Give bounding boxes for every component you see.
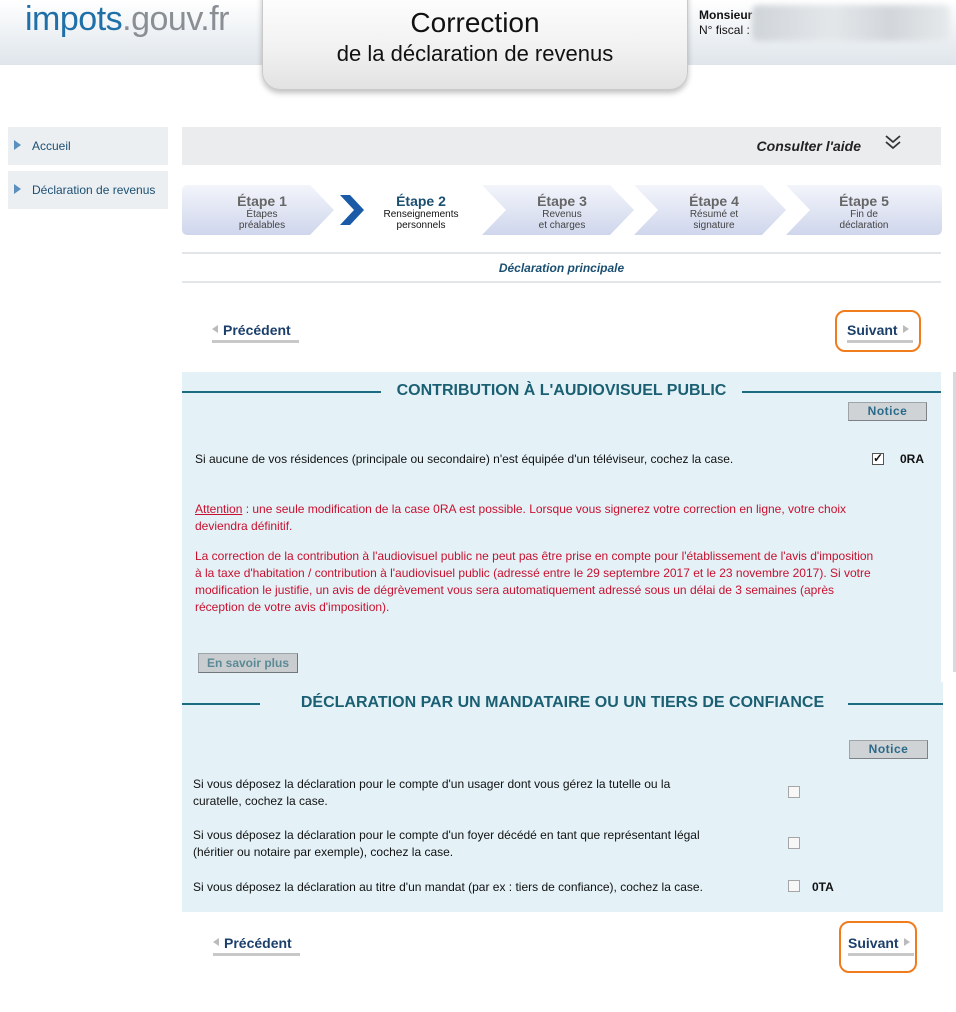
page-subtitle: de la déclaration de revenus	[336, 41, 614, 66]
title-rule	[848, 703, 943, 705]
question-line: Si vous déposez la déclaration pour le c…	[193, 777, 671, 791]
warning-line: à la taxe d'habitation / contribution à …	[195, 566, 871, 580]
notice-button[interactable]: Notice	[849, 740, 928, 759]
sidebar-item-label: Accueil	[32, 139, 71, 153]
question-mandat: Si vous déposez la déclaration au titre …	[193, 880, 703, 894]
underline	[847, 340, 913, 343]
fiscal-label: N° fiscal :	[699, 23, 750, 37]
divider	[182, 252, 941, 254]
step-line1: Résumé et	[689, 209, 739, 220]
step-line2: préalables	[238, 220, 286, 231]
step-number: Étape 1	[237, 193, 287, 209]
warning-text-1: : une seule modification de la case 0RA …	[242, 502, 847, 516]
question-line: Si vous déposez la déclaration pour le c…	[193, 828, 700, 842]
question-line: curatelle, cochez la case.	[193, 794, 328, 808]
redacted-user-info	[752, 5, 950, 41]
page: impots.gouv.fr Correction de la déclarat…	[0, 0, 956, 1012]
section-subtitle: Déclaration principale	[498, 261, 625, 275]
warning-line: réception de votre avis d'imposition).	[195, 600, 390, 614]
step-line1: Étapes	[246, 209, 278, 220]
next-button-bottom[interactable]: Suivant	[848, 935, 914, 956]
previous-label: Précédent	[224, 935, 292, 951]
step-line2: personnels	[396, 220, 446, 231]
step-line1: Fin de	[850, 209, 878, 220]
title-rule	[742, 391, 941, 393]
previous-label: Précédent	[223, 322, 291, 338]
help-link[interactable]: Consulter l'aide	[757, 138, 861, 154]
mandataire-section: DÉCLARATION PAR UN MANDATAIRE OU UN TIER…	[182, 682, 943, 912]
question-foyer-decede: Si vous déposez la déclaration pour le c…	[193, 827, 700, 861]
triangle-right-icon	[903, 938, 910, 946]
user-label: Monsieur	[699, 8, 753, 22]
checkbox-foyer-decede[interactable]	[788, 837, 800, 849]
step-number: Étape 4	[689, 193, 739, 209]
question-tutelle: Si vous déposez la déclaration pour le c…	[193, 776, 670, 810]
warning-attention: Attention : une seule modification de la…	[195, 501, 935, 535]
triangle-right-icon	[902, 325, 909, 333]
underline	[848, 953, 914, 956]
impots-logo[interactable]: impots.gouv.fr	[25, 0, 230, 39]
step-1: Étape 1 Étapes préalables	[182, 185, 342, 235]
question-0ra: Si aucune de vos résidences (principale …	[195, 452, 734, 466]
audiovisuel-section: CONTRIBUTION À L'AUDIOVISUEL PUBLIC Noti…	[182, 372, 941, 682]
next-label: Suivant	[847, 322, 898, 338]
step-4: Étape 4 Résumé et signature	[634, 185, 794, 235]
step-line2: déclaration	[839, 220, 889, 231]
triangle-left-icon	[212, 325, 218, 333]
warning-text-2: deviendra définitif.	[195, 519, 293, 533]
underline	[212, 340, 299, 343]
divider	[182, 281, 941, 283]
help-bar: Consulter l'aide	[182, 127, 941, 165]
step-line1: Renseignements	[383, 209, 459, 220]
arrow-right-icon	[14, 184, 21, 194]
notice-button[interactable]: Notice	[848, 402, 927, 421]
underline	[213, 953, 300, 956]
double-chevron-down-icon[interactable]	[883, 133, 903, 156]
code-0ta: 0TA	[812, 880, 834, 894]
previous-button[interactable]: Précédent	[212, 322, 299, 343]
step-line2: signature	[693, 220, 735, 231]
title-rule	[182, 703, 260, 705]
logo-part1: impots	[25, 0, 123, 38]
page-title: Correction	[410, 7, 540, 38]
user-info: Monsieur N° fiscal :	[699, 8, 752, 38]
checkbox-0ra[interactable]	[872, 451, 884, 465]
triangle-left-icon	[213, 938, 219, 946]
step-number: Étape 5	[839, 193, 889, 209]
en-savoir-plus-button[interactable]: En savoir plus	[198, 653, 298, 673]
attention-link[interactable]: Attention	[195, 502, 242, 516]
step-line2: et charges	[538, 220, 586, 231]
sidebar-item-label: Déclaration de revenus	[32, 183, 156, 197]
step-3: Étape 3 Revenus et charges	[482, 185, 642, 235]
previous-button-bottom[interactable]: Précédent	[213, 935, 300, 956]
checkbox-tutelle[interactable]	[788, 786, 800, 798]
mandataire-title: DÉCLARATION PAR UN MANDATAIRE OU UN TIER…	[182, 694, 943, 712]
warning-line: modification le justifie, un avis de dég…	[195, 583, 835, 597]
sidebar-item-accueil[interactable]: Accueil	[8, 127, 168, 165]
step-number: Étape 2	[396, 193, 446, 209]
checkbox-0ta[interactable]	[788, 880, 800, 892]
question-line: (héritier ou notaire par exemple), coche…	[193, 845, 454, 859]
title-rule	[182, 391, 381, 393]
code-0ra: 0RA	[900, 452, 925, 466]
next-label: Suivant	[848, 935, 899, 951]
next-button[interactable]: Suivant	[847, 322, 913, 343]
audiovisuel-title: CONTRIBUTION À L'AUDIOVISUEL PUBLIC	[182, 382, 941, 400]
step-2: Étape 2 Renseignements personnels	[334, 185, 494, 235]
warning-contribution: La correction de la contribution à l'aud…	[195, 548, 945, 616]
step-5: Étape 5 Fin de déclaration	[786, 185, 942, 235]
warning-line: La correction de la contribution à l'aud…	[195, 549, 874, 563]
arrow-right-icon	[14, 140, 21, 150]
title-box: Correction de la déclaration de revenus	[262, 0, 688, 90]
step-number: Étape 3	[537, 193, 587, 209]
audiovisuel-title-text: CONTRIBUTION À L'AUDIOVISUEL PUBLIC	[382, 382, 741, 400]
sidebar-item-declaration[interactable]: Déclaration de revenus	[8, 171, 168, 209]
mandataire-title-text: DÉCLARATION PAR UN MANDATAIRE OU UN TIER…	[286, 694, 839, 712]
logo-part2: .gouv.fr	[122, 0, 230, 38]
step-line1: Revenus	[542, 209, 582, 220]
